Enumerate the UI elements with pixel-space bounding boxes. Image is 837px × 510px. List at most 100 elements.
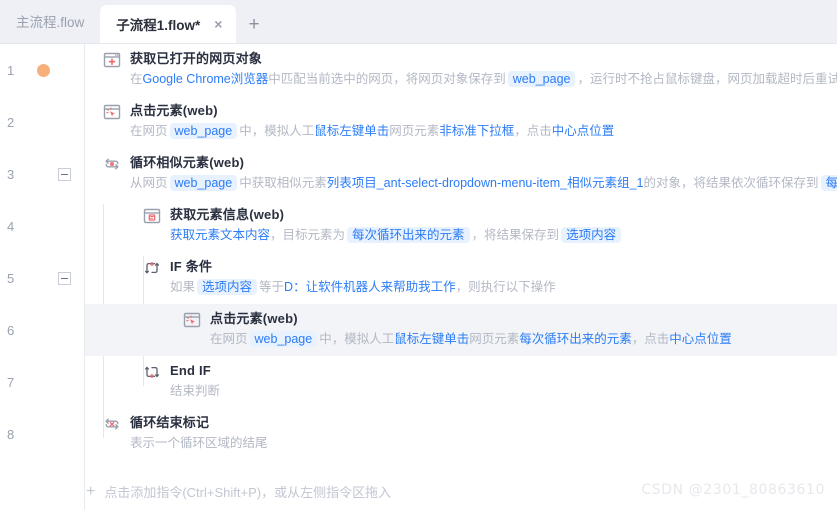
plain-text: 网页元素 xyxy=(469,332,520,346)
instruction-description: 从网页 web_page 中获取相似元素列表项目_ant-select-dropdo… xyxy=(130,174,837,192)
instruction-row[interactable]: 点击元素(web) 在网页 web_page 中，模拟人工鼠标左键单击网页元素每次循环… xyxy=(85,304,837,356)
variable-chip: web_page xyxy=(169,175,238,191)
add-instruction-label: 点击添加指令(Ctrl+Shift+P)，或从左侧指令区拖入 xyxy=(104,485,392,500)
instruction-title: 点击元素(web) xyxy=(210,311,298,326)
instruction-title: 循环相似元素(web) xyxy=(130,155,245,170)
variable-chip: 每次循 xyxy=(820,175,837,191)
instruction-description: 结束判断 xyxy=(170,382,837,400)
instruction-text: 获取元素信息(web) 获取元素文本内容，目标元素为 每次循环出来的元素 ，将结果保存… xyxy=(170,206,837,244)
gutter-row: 5 xyxy=(0,252,84,304)
flow-editor: 1 2 3 4 5 6 7 8 获取已打开的网页对象 在Google Chrome浏览器中匹配当… xyxy=(0,44,837,510)
highlight-text: 获取元素文本内容 xyxy=(170,228,271,242)
line-number: 3 xyxy=(7,166,15,182)
watermark: CSDN @2301_80863610 xyxy=(641,482,825,498)
plain-text: 在 xyxy=(130,72,143,86)
gutter-row: 6 xyxy=(0,304,84,356)
gutter-row: 1 xyxy=(0,44,84,96)
instruction-title: End IF xyxy=(170,363,211,378)
instruction-title: 获取已打开的网页对象 xyxy=(130,51,263,66)
variable-chip: web_page xyxy=(507,71,576,87)
instruction-row[interactable]: IF 条件如果 选项内容 等于D：让软件机器人来帮助我工作，则执行以下操作 xyxy=(85,252,837,304)
variable-chip: web_page xyxy=(169,123,238,139)
breakpoint-dot[interactable] xyxy=(37,63,50,77)
instruction-title: 循环结束标记 xyxy=(130,415,210,430)
end-if-icon xyxy=(143,363,161,381)
variable-chip: web_page xyxy=(249,331,318,347)
plain-text: 中，模拟人工 xyxy=(239,124,315,138)
line-gutter: 1 2 3 4 5 6 7 8 xyxy=(0,44,85,510)
line-number: 4 xyxy=(7,218,15,234)
highlight-text: Google Chrome浏览器 xyxy=(142,72,269,86)
highlight-text: 每次循环出来的元素 xyxy=(519,332,632,346)
add-tab-icon[interactable]: + xyxy=(236,5,271,43)
instruction-text: 获取已打开的网页对象 在Google Chrome浏览器中匹配当前选中的网页，将网… xyxy=(130,50,837,88)
instruction-row[interactable]: 循环相似元素(web) 从网页 web_page 中获取相似元素列表项目_ant-se… xyxy=(85,148,837,200)
instruction-row[interactable]: 获取已打开的网页对象 在Google Chrome浏览器中匹配当前选中的网页，将网… xyxy=(85,44,837,96)
tab-main-flow[interactable]: 主流程.flow xyxy=(0,0,100,43)
loop-similar-icon xyxy=(103,155,121,173)
gutter-row: 2 xyxy=(0,96,84,148)
plain-text: ，将结果保存到 xyxy=(471,228,560,242)
plain-text: ，运行时不抢占鼠标键盘，网页加载超时后重试此... xyxy=(577,72,837,86)
get-element-info-icon xyxy=(143,207,161,225)
line-number: 7 xyxy=(7,374,15,390)
highlight-text: 中心点位置 xyxy=(669,332,732,346)
plain-text: 等于 xyxy=(259,280,285,294)
highlight-text: 非标准下拉框 xyxy=(439,124,515,138)
instruction-text: 点击元素(web) 在网页 web_page 中，模拟人工鼠标左键单击网页元素非标准下… xyxy=(130,102,837,140)
plain-text: 中，模拟人工 xyxy=(319,332,395,346)
plain-text: ，点击 xyxy=(631,332,670,346)
gutter-row: 3 xyxy=(0,148,84,200)
plain-text: 在网页 xyxy=(210,332,248,346)
instruction-text: IF 条件如果 选项内容 等于D：让软件机器人来帮助我工作，则执行以下操作 xyxy=(170,258,837,296)
plain-text: 在网页 xyxy=(130,124,168,138)
highlight-text: 中心点位置 xyxy=(551,124,615,138)
instruction-description: 在网页 web_page 中，模拟人工鼠标左键单击网页元素非标准下拉框，点击中心点位… xyxy=(130,122,837,140)
collapse-toggle-icon[interactable] xyxy=(58,167,71,181)
tab-bar: 主流程.flow 子流程1.flow* × + xyxy=(0,0,837,44)
instruction-title: 点击元素(web) xyxy=(130,103,218,118)
click-element-icon xyxy=(183,311,201,329)
tab-main-flow-label: 主流程.flow xyxy=(16,15,85,30)
close-icon[interactable]: × xyxy=(210,15,226,33)
plain-text: 结束判断 xyxy=(170,384,221,398)
instruction-text: 点击元素(web) 在网页 web_page 中，模拟人工鼠标左键单击网页元素每次循环… xyxy=(210,310,837,348)
instruction-row[interactable]: 获取元素信息(web) 获取元素文本内容，目标元素为 每次循环出来的元素 ，将结果保存… xyxy=(85,200,837,252)
instruction-description: 在Google Chrome浏览器中匹配当前选中的网页，将网页对象保存到 web_… xyxy=(130,70,837,88)
gutter-row: 7 xyxy=(0,356,84,408)
add-instruction-hint[interactable]: + 点击添加指令(Ctrl+Shift+P)，或从左侧指令区拖入 xyxy=(86,482,391,501)
highlight-text: 列表项目_ant-select-dropdown-menu-item_相似元素组… xyxy=(326,176,644,190)
instruction-title: IF 条件 xyxy=(170,259,213,274)
variable-chip: 选项内容 xyxy=(197,279,258,295)
click-element-icon xyxy=(103,103,121,121)
line-number: 1 xyxy=(7,62,15,78)
plain-text: ，点击 xyxy=(514,124,552,138)
plain-text: 从网页 xyxy=(130,176,168,190)
instruction-row[interactable]: End IF 结束判断 xyxy=(85,356,837,408)
variable-chip: 每次循环出来的元素 xyxy=(347,227,470,243)
highlight-text: 鼠标左键单击 xyxy=(394,332,470,346)
gutter-row: 8 xyxy=(0,408,84,460)
plain-text: ，则执行以下操作 xyxy=(455,280,556,294)
instruction-description: 在网页 web_page 中，模拟人工鼠标左键单击网页元素每次循环出来的元素，点击中… xyxy=(210,330,837,348)
tab-sub-flow-1-label: 子流程1.flow* xyxy=(116,18,201,33)
if-condition-icon xyxy=(143,259,161,277)
plus-icon: + xyxy=(86,482,96,500)
instruction-row[interactable]: 循环结束标记表示一个循环区域的结尾 xyxy=(85,408,837,460)
plain-text: 中匹配当前选中的网页，将网页对象保存到 xyxy=(268,72,506,86)
tab-sub-flow-1[interactable]: 子流程1.flow* × xyxy=(100,5,237,43)
instruction-description: 获取元素文本内容，目标元素为 每次循环出来的元素 ，将结果保存到 选项内容 xyxy=(170,226,837,244)
highlight-text: 鼠标左键单击 xyxy=(314,124,390,138)
loop-end-icon xyxy=(103,415,121,433)
browser-get-icon xyxy=(103,51,121,69)
plain-text: 的对象，将结果依次循环保存到 xyxy=(643,176,819,190)
line-number: 2 xyxy=(7,114,15,130)
highlight-text: D：让软件机器人来帮助我工作 xyxy=(284,280,456,294)
plain-text: 中获取相似元素 xyxy=(239,176,327,190)
instruction-description: 表示一个循环区域的结尾 xyxy=(130,434,837,452)
instruction-text: End IF 结束判断 xyxy=(170,362,837,400)
instruction-list: 获取已打开的网页对象 在Google Chrome浏览器中匹配当前选中的网页，将网… xyxy=(85,44,837,510)
collapse-toggle-icon[interactable] xyxy=(58,271,71,285)
instruction-row[interactable]: 点击元素(web) 在网页 web_page 中，模拟人工鼠标左键单击网页元素非标准下… xyxy=(85,96,837,148)
instruction-description: 如果 选项内容 等于D：让软件机器人来帮助我工作，则执行以下操作 xyxy=(170,278,837,296)
